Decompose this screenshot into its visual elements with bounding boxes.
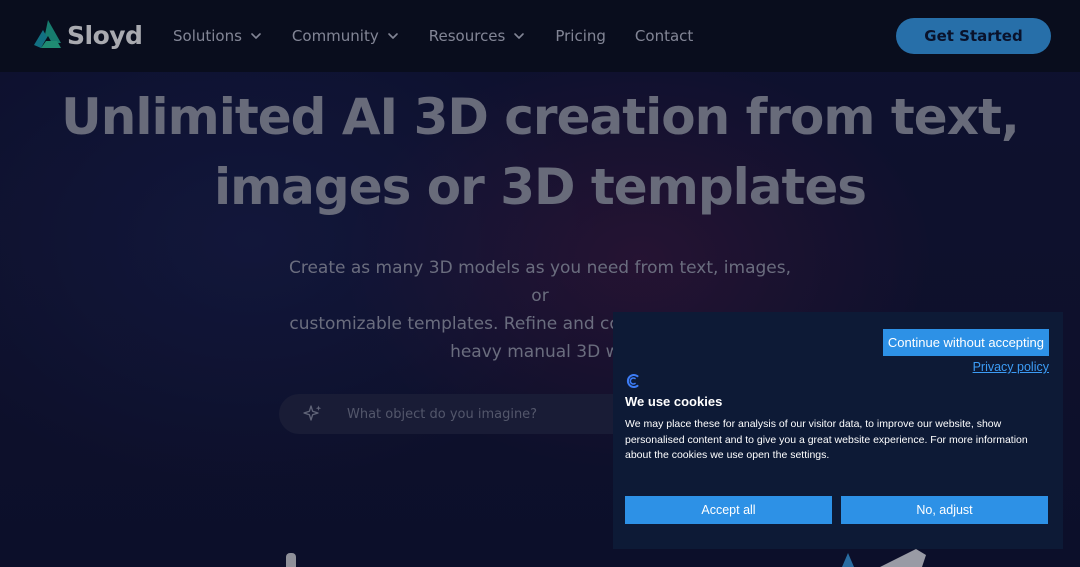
- cookie-consent-logo-icon: [626, 374, 639, 388]
- cookie-title: We use cookies: [625, 394, 723, 409]
- accept-all-button[interactable]: Accept all: [625, 496, 832, 524]
- cookie-consent-banner: Continue without accepting Privacy polic…: [613, 312, 1063, 549]
- cookie-description: We may place these for analysis of our v…: [625, 418, 1028, 461]
- continue-without-accepting-button[interactable]: Continue without accepting: [882, 329, 1049, 356]
- privacy-policy-link[interactable]: Privacy policy: [973, 360, 1049, 374]
- page: Sloyd Solutions Community Resources Pric…: [0, 0, 1080, 567]
- no-adjust-button[interactable]: No, adjust: [841, 496, 1048, 524]
